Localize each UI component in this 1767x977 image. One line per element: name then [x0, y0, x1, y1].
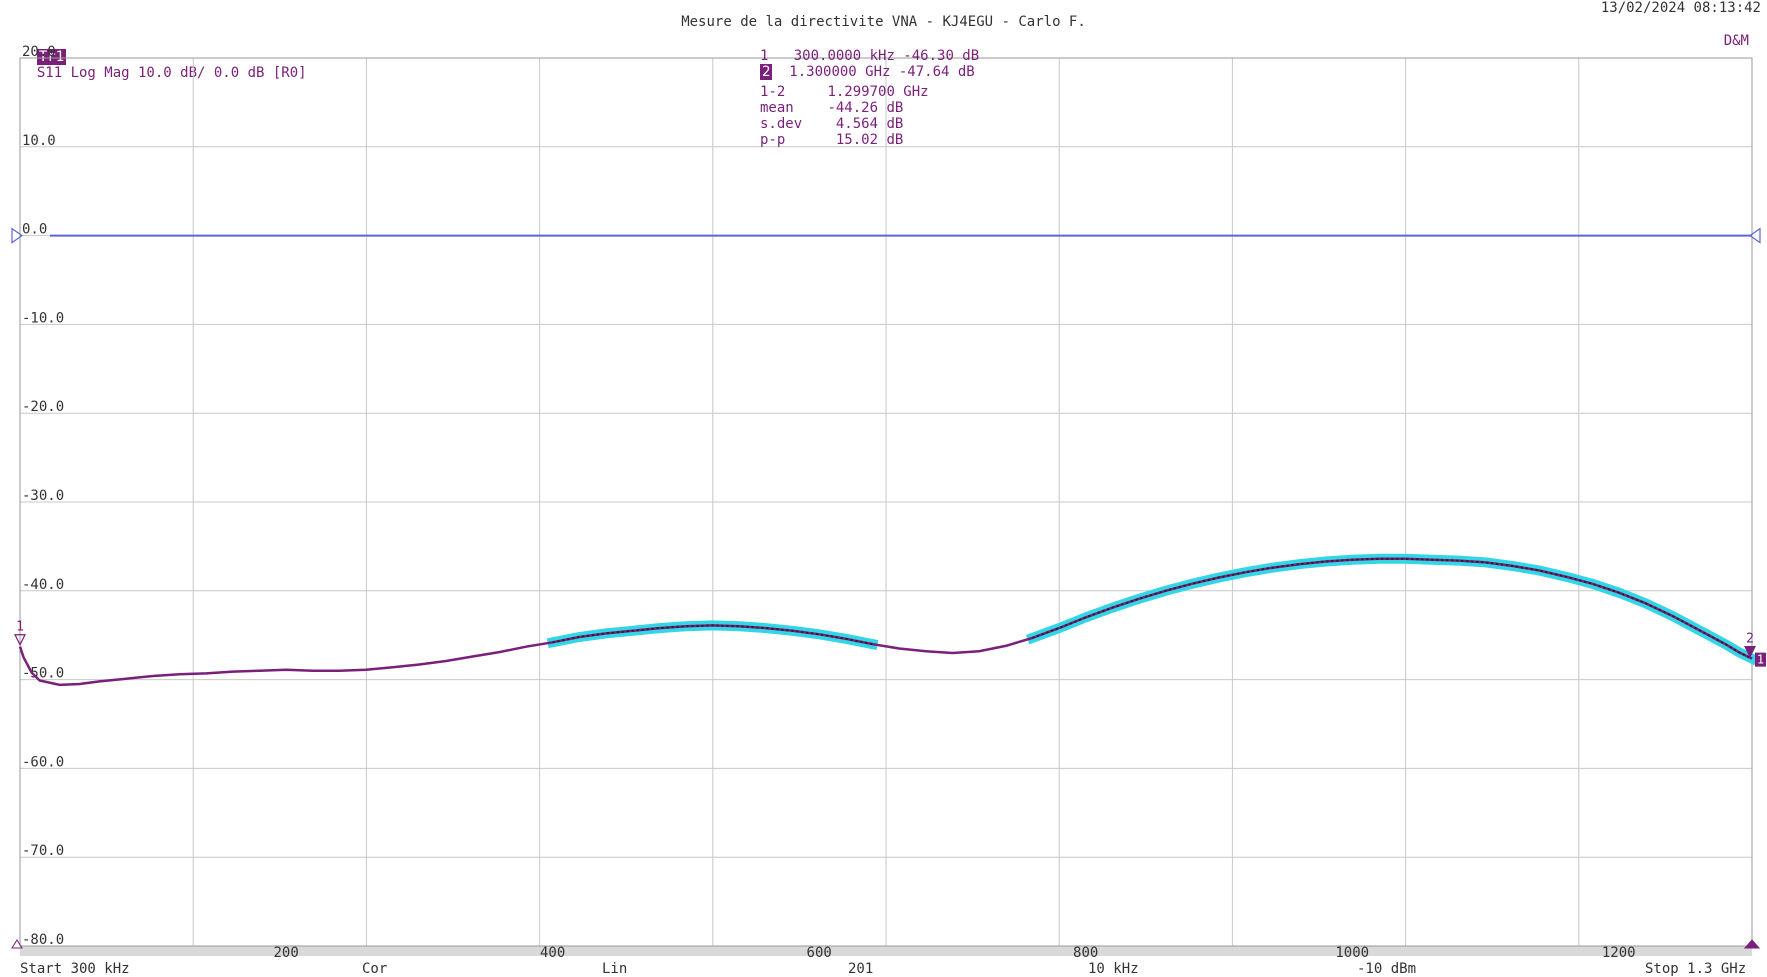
y-tick-label: -20.0: [22, 399, 64, 415]
x-tick-label: 800: [1073, 945, 1098, 961]
stop-frequency[interactable]: Stop 1.3 GHz: [1645, 961, 1746, 977]
x-tick-label: 1200: [1602, 945, 1636, 961]
sweep-type[interactable]: Lin: [602, 961, 627, 977]
if-bandwidth[interactable]: 10 kHz: [1088, 961, 1139, 977]
x-tick-label: 600: [807, 945, 832, 961]
delta-value: 1.299700 GHz: [827, 84, 929, 100]
x-tick-label: 200: [273, 945, 298, 961]
y-tick-label: -10.0: [22, 310, 64, 326]
source-power[interactable]: -10 dBm: [1357, 961, 1416, 977]
sdev-value: 4.564 dB: [835, 116, 904, 132]
marker-2-label: 2: [1746, 632, 1754, 647]
mean-value: -44.26 dB: [827, 100, 904, 116]
sdev-readout: s.dev 4.564 dB: [760, 116, 903, 132]
grid: [19, 57, 1753, 956]
stop-stimulus-arrow: [1743, 939, 1761, 949]
sweep-points[interactable]: 201: [848, 961, 873, 977]
trace-highlight-dots: [1032, 557, 1753, 660]
y-tick-label: -60.0: [22, 754, 64, 770]
y-tick-label: -80.0: [22, 932, 64, 948]
correction-status[interactable]: Cor: [362, 961, 387, 977]
x-tick-label: 1000: [1335, 945, 1369, 961]
marker-1-id: 1: [760, 48, 769, 64]
pp-label: p-p: [760, 132, 786, 148]
y-tick-label: -30.0: [22, 488, 64, 504]
marker-1-label: 1: [16, 620, 24, 635]
y-tick-label: -40.0: [22, 577, 64, 593]
marker-2-readout: 2 1.300000 GHz -47.64 dB: [760, 64, 975, 80]
y-tick-labels: 20.010.00.0-10.0-20.0-30.0-40.0-50.0-60.…: [22, 44, 64, 948]
y-tick-label: 20.0: [22, 44, 56, 60]
marker-2-id: 2: [760, 64, 773, 80]
y-tick-label: 10.0: [22, 133, 56, 149]
marker-1-value: 300.0000 kHz -46.30 dB: [793, 48, 980, 64]
pp-value: 15.02 dB: [835, 132, 904, 148]
sdev-label: s.dev: [760, 116, 803, 132]
mean-readout: mean -44.26 dB: [760, 100, 903, 116]
y-tick-label: 0.0: [22, 222, 47, 238]
active-marker-edge-label: 1: [1757, 653, 1764, 667]
y-tick-label: -70.0: [22, 843, 64, 859]
delta-label: 1-2: [760, 84, 786, 100]
marker-2-value: 1.300000 GHz -47.64 dB: [789, 64, 975, 80]
mean-label: mean: [760, 100, 794, 116]
trace-highlight-segment: [1025, 553, 1759, 666]
pp-readout: p-p 15.02 dB: [760, 132, 903, 148]
delta-readout: 1-2 1.299700 GHz: [760, 84, 929, 100]
marker-1-readout: 1 300.0000 kHz -46.30 dB: [760, 48, 979, 64]
x-tick-label: 400: [540, 945, 565, 961]
start-frequency[interactable]: Start 300 kHz: [20, 961, 130, 977]
